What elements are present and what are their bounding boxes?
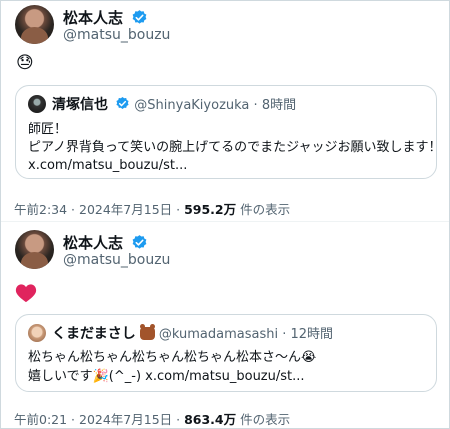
view-count: 863.4万 — [184, 412, 237, 427]
author-name[interactable]: 松本人志 — [63, 232, 148, 253]
avatar[interactable] — [15, 5, 54, 44]
tweet-1[interactable]: 松本人志 @matsu_bouzu 😓 清塚信也 @ShinyaKiyozuka… — [1, 1, 449, 217]
bear-icon — [139, 324, 155, 340]
quoted-text-line: ピアノ界背負って笑いの腕上げてるのでまたジャッジお願い致します！ — [28, 140, 442, 155]
quoted-author-name[interactable]: くまだまさし — [52, 326, 136, 342]
quoted-text-line: 嬉しいです🎉(^_-) x.com/matsu_bouzu/st... — [28, 369, 305, 384]
author-handle[interactable]: @matsu_bouzu — [63, 27, 170, 43]
verified-badge-icon — [132, 10, 147, 24]
verified-badge-icon — [132, 235, 147, 249]
heart-icon — [15, 284, 37, 303]
quoted-tweet-header: 清塚信也 @ShinyaKiyozuka · 8時間 — [28, 94, 296, 114]
author-name[interactable]: 松本人志 — [63, 7, 148, 28]
tweet-time[interactable]: 午前2:34 — [14, 202, 67, 217]
verified-badge-icon — [116, 96, 129, 109]
author-handle[interactable]: @matsu_bouzu — [63, 252, 170, 268]
quoted-tweet[interactable]: くまだまさし @kumadamasashi · 12時間 松ちゃん松ちゃん松ちゃ… — [15, 314, 437, 392]
tweet-footer: 午前0:21 · 2024年7月15日 · 863.4万 件の表示 — [14, 412, 291, 427]
separator: · — [253, 98, 258, 113]
quoted-text-line: 師匠！ — [28, 122, 68, 137]
tweet-date[interactable]: 2024年7月15日 — [79, 412, 172, 427]
quoted-tweet-header: くまだまさし @kumadamasashi · 12時間 — [28, 323, 333, 343]
tweet-emoji: 😓 — [16, 53, 34, 73]
tweet-footer: 午前2:34 · 2024年7月15日 · 595.2万 件の表示 — [14, 202, 291, 217]
quoted-author-name[interactable]: 清塚信也 — [52, 97, 108, 113]
quoted-time[interactable]: 12時間 — [291, 327, 334, 342]
divider — [1, 221, 449, 222]
view-count-label: 件の表示 — [240, 412, 291, 427]
quoted-link[interactable]: x.com/matsu_bouzu/st... — [28, 156, 187, 175]
quoted-author-handle[interactable]: @kumadamasashi — [159, 327, 278, 342]
quoted-author-handle[interactable]: @ShinyaKiyozuka — [134, 98, 249, 113]
quoted-time[interactable]: 8時間 — [262, 98, 296, 113]
view-count-label: 件の表示 — [240, 202, 291, 217]
view-count: 595.2万 — [184, 202, 237, 217]
avatar[interactable] — [28, 324, 46, 342]
avatar[interactable] — [28, 95, 46, 113]
quoted-text-line: 松ちゃん松ちゃん松ちゃん松ちゃん松本さ〜ん😭 — [28, 350, 317, 365]
avatar[interactable] — [15, 230, 54, 269]
quoted-tweet[interactable]: 清塚信也 @ShinyaKiyozuka · 8時間 師匠！ ピアノ界背負って笑… — [15, 85, 442, 179]
tweet-time[interactable]: 午前0:21 — [14, 412, 67, 427]
separator: · — [282, 327, 287, 342]
tweet-date[interactable]: 2024年7月15日 — [79, 202, 172, 217]
screenshot-frame: 松本人志 @matsu_bouzu 😓 清塚信也 @ShinyaKiyozuka… — [0, 0, 450, 429]
